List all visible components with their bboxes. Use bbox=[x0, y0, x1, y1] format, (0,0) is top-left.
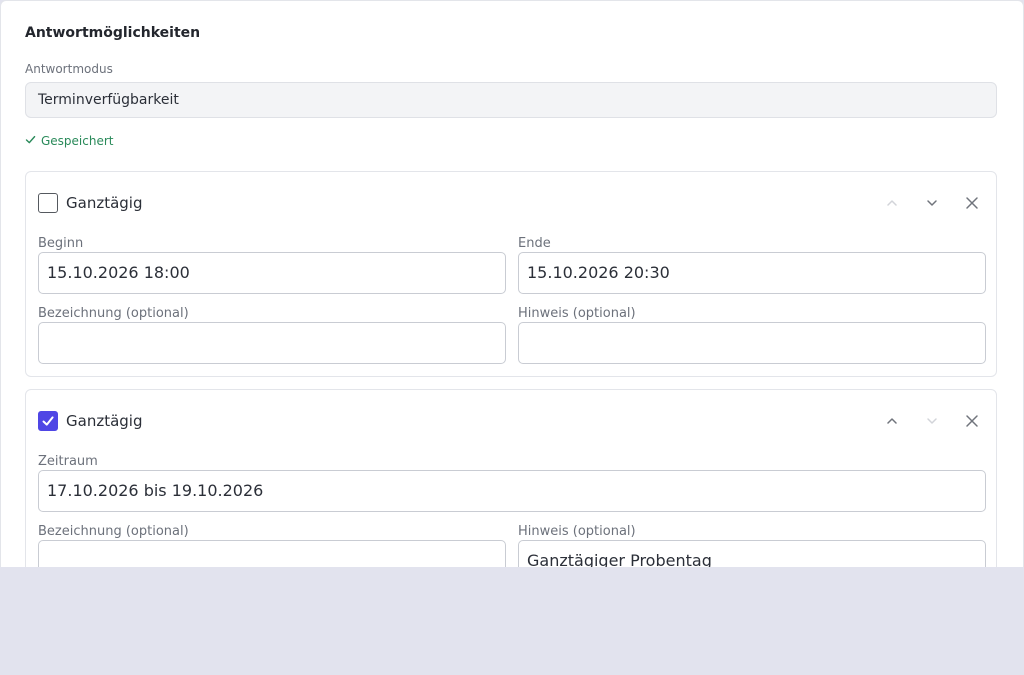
check-icon bbox=[25, 134, 36, 148]
option-actions bbox=[878, 191, 986, 215]
chevron-down-icon[interactable] bbox=[918, 191, 946, 215]
end-label: Ende bbox=[518, 236, 551, 251]
chevron-up-icon[interactable] bbox=[878, 409, 906, 433]
note-label: Hinweis (optional) bbox=[518, 524, 636, 539]
close-icon[interactable] bbox=[958, 409, 986, 433]
all-day-toggle[interactable]: Ganztägig bbox=[38, 193, 142, 213]
range-input[interactable]: 17.10.2026 bis 19.10.2026 bbox=[38, 470, 986, 512]
answer-mode-select[interactable]: Terminverfügbarkeit bbox=[25, 82, 997, 118]
close-icon[interactable] bbox=[958, 191, 986, 215]
option-actions bbox=[878, 409, 986, 433]
name-input[interactable] bbox=[38, 540, 506, 567]
note-input[interactable] bbox=[518, 322, 986, 364]
start-label: Beginn bbox=[38, 236, 84, 251]
date-option-card: Ganztägig Zeitraum 17.10.2026 bis 19.10.… bbox=[25, 389, 997, 567]
chevron-up-icon[interactable] bbox=[878, 191, 906, 215]
answer-options-panel: Antwortmöglichkeiten Antwortmodus Termin… bbox=[0, 0, 1024, 567]
saved-status: Gespeichert bbox=[25, 134, 114, 148]
name-label: Bezeichnung (optional) bbox=[38, 524, 189, 539]
note-input[interactable]: Ganztägiger Probentag bbox=[518, 540, 986, 567]
all-day-label: Ganztägig bbox=[66, 412, 143, 430]
name-label: Bezeichnung (optional) bbox=[38, 306, 189, 321]
section-title: Antwortmöglichkeiten bbox=[25, 25, 201, 41]
start-input[interactable]: 15.10.2026 18:00 bbox=[38, 252, 506, 294]
range-label: Zeitraum bbox=[38, 454, 98, 469]
note-label: Hinweis (optional) bbox=[518, 306, 636, 321]
all-day-toggle[interactable]: Ganztägig bbox=[38, 411, 142, 431]
answer-mode-label: Antwortmodus bbox=[25, 62, 113, 76]
all-day-checkbox[interactable] bbox=[38, 411, 58, 431]
name-input[interactable] bbox=[38, 322, 506, 364]
chevron-down-icon[interactable] bbox=[918, 409, 946, 433]
saved-status-text: Gespeichert bbox=[41, 134, 114, 148]
end-input[interactable]: 15.10.2026 20:30 bbox=[518, 252, 986, 294]
all-day-label: Ganztägig bbox=[66, 194, 143, 212]
all-day-checkbox[interactable] bbox=[38, 193, 58, 213]
check-icon bbox=[42, 416, 54, 426]
date-option-card: Ganztägig Beginn 15.10.2026 18:00 Ende 1… bbox=[25, 171, 997, 377]
